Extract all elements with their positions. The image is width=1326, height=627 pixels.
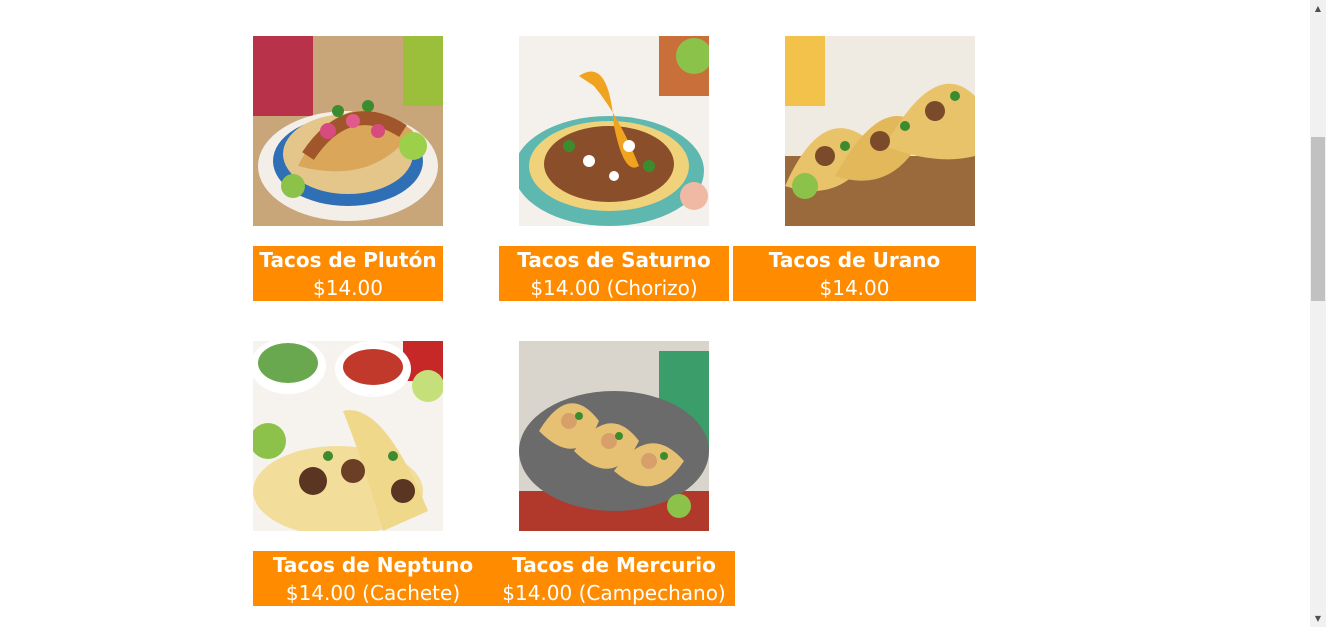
- menu-item-price: $14.00 (Chorizo): [530, 276, 698, 300]
- taco-image-neptuno: [253, 341, 443, 531]
- taco-image-urano: [785, 36, 975, 226]
- menu-item-name: Tacos de Mercurio: [512, 553, 716, 577]
- menu-page: Tacos de Plutón $14.00 (Ojo) Tacos de Sa…: [0, 0, 1310, 627]
- scroll-up-arrow-icon[interactable]: ▲: [1310, 0, 1326, 17]
- taco-image-mercurio: [519, 341, 709, 531]
- menu-item-name: Tacos de Urano: [768, 248, 941, 272]
- menu-item-price: $14.00 (Cachete): [285, 581, 461, 605]
- taco-photo-pluton[interactable]: [253, 36, 443, 226]
- scroll-down-arrow-icon[interactable]: ▼: [1310, 610, 1326, 627]
- menu-item-cut: (Ojo): [323, 304, 373, 328]
- menu-item-caption-neptuno: Tacos de Neptuno $14.00 (Cachete): [253, 551, 493, 606]
- taco-image-saturno: [519, 36, 709, 226]
- menu-item-name: Tacos de Saturno: [517, 248, 711, 272]
- menu-item-price: $14.00: [819, 276, 890, 300]
- menu-item-caption-urano: Tacos de Urano $14.00 (Maciza): [733, 246, 976, 328]
- taco-photo-neptuno[interactable]: [253, 341, 443, 531]
- taco-photo-mercurio[interactable]: [519, 341, 709, 531]
- taco-photo-urano[interactable]: [785, 36, 975, 226]
- taco-photo-saturno[interactable]: [519, 36, 709, 226]
- taco-image-pluton: [253, 36, 443, 226]
- menu-item-cut: (Maciza): [812, 304, 897, 328]
- scrollbar-thumb[interactable]: [1311, 137, 1325, 301]
- menu-item-price: $14.00 (Campechano): [502, 581, 726, 605]
- vertical-scrollbar[interactable]: ▲ ▼: [1310, 0, 1326, 627]
- menu-item-name: Tacos de Neptuno: [272, 553, 474, 577]
- menu-item-price: $14.00: [313, 276, 383, 300]
- menu-item-caption-mercurio: Tacos de Mercurio $14.00 (Campechano): [493, 551, 735, 606]
- menu-item-caption-saturno: Tacos de Saturno $14.00 (Chorizo): [499, 246, 729, 301]
- menu-item-name: Tacos de Plutón: [259, 248, 437, 272]
- menu-item-caption-pluton: Tacos de Plutón $14.00 (Ojo): [253, 246, 443, 328]
